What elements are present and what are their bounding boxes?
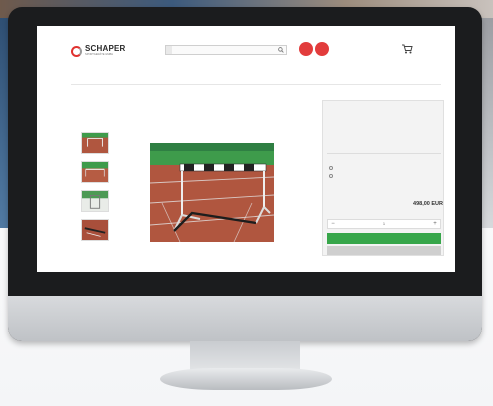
search-input[interactable] [172,46,276,54]
logo-mark-icon [71,45,82,57]
add-to-cart-button[interactable] [327,233,441,244]
minus-icon[interactable]: − [328,220,338,228]
cart[interactable] [397,44,413,54]
panel-divider [327,153,441,154]
product-purchase-panel: 498,00 EUR − 1 + [322,100,444,256]
radio-icon[interactable] [329,174,333,178]
thumbnail[interactable] [81,161,109,183]
plus-icon[interactable]: + [430,220,440,228]
nav-divider [71,84,441,85]
search-icon[interactable] [276,46,286,54]
radio-icon[interactable] [329,166,333,170]
promo-badge[interactable] [299,42,313,56]
option-1[interactable] [329,166,336,170]
thumbnail[interactable] [81,132,109,154]
product-main-image[interactable] [150,143,274,242]
monitor-chin [8,296,482,341]
screen: SCHAPER SPORTGERÄTE GMBH 498,00 EUR − 1 … [37,26,455,272]
logo-subtitle: SPORTGERÄTE GMBH [85,53,114,57]
quantity-stepper: − 1 + [327,219,441,229]
badges [299,42,329,56]
top-links [37,28,455,36]
main-navigation [71,74,431,82]
search-bar [165,45,287,55]
thumbnail[interactable] [81,190,109,212]
thumbnail[interactable] [81,219,109,241]
monitor-stand-base [160,368,332,390]
promo-badge[interactable] [315,42,329,56]
product-price: 498,00 EUR [413,201,443,207]
option-2[interactable] [329,174,336,178]
quantity-value[interactable]: 1 [383,222,385,226]
wishlist-button[interactable] [327,246,441,255]
logo-brand: SCHAPER [85,44,126,54]
cart-icon[interactable] [401,44,413,54]
site-logo[interactable]: SCHAPER SPORTGERÄTE GMBH [71,43,153,59]
thumbnail-list [81,132,109,248]
